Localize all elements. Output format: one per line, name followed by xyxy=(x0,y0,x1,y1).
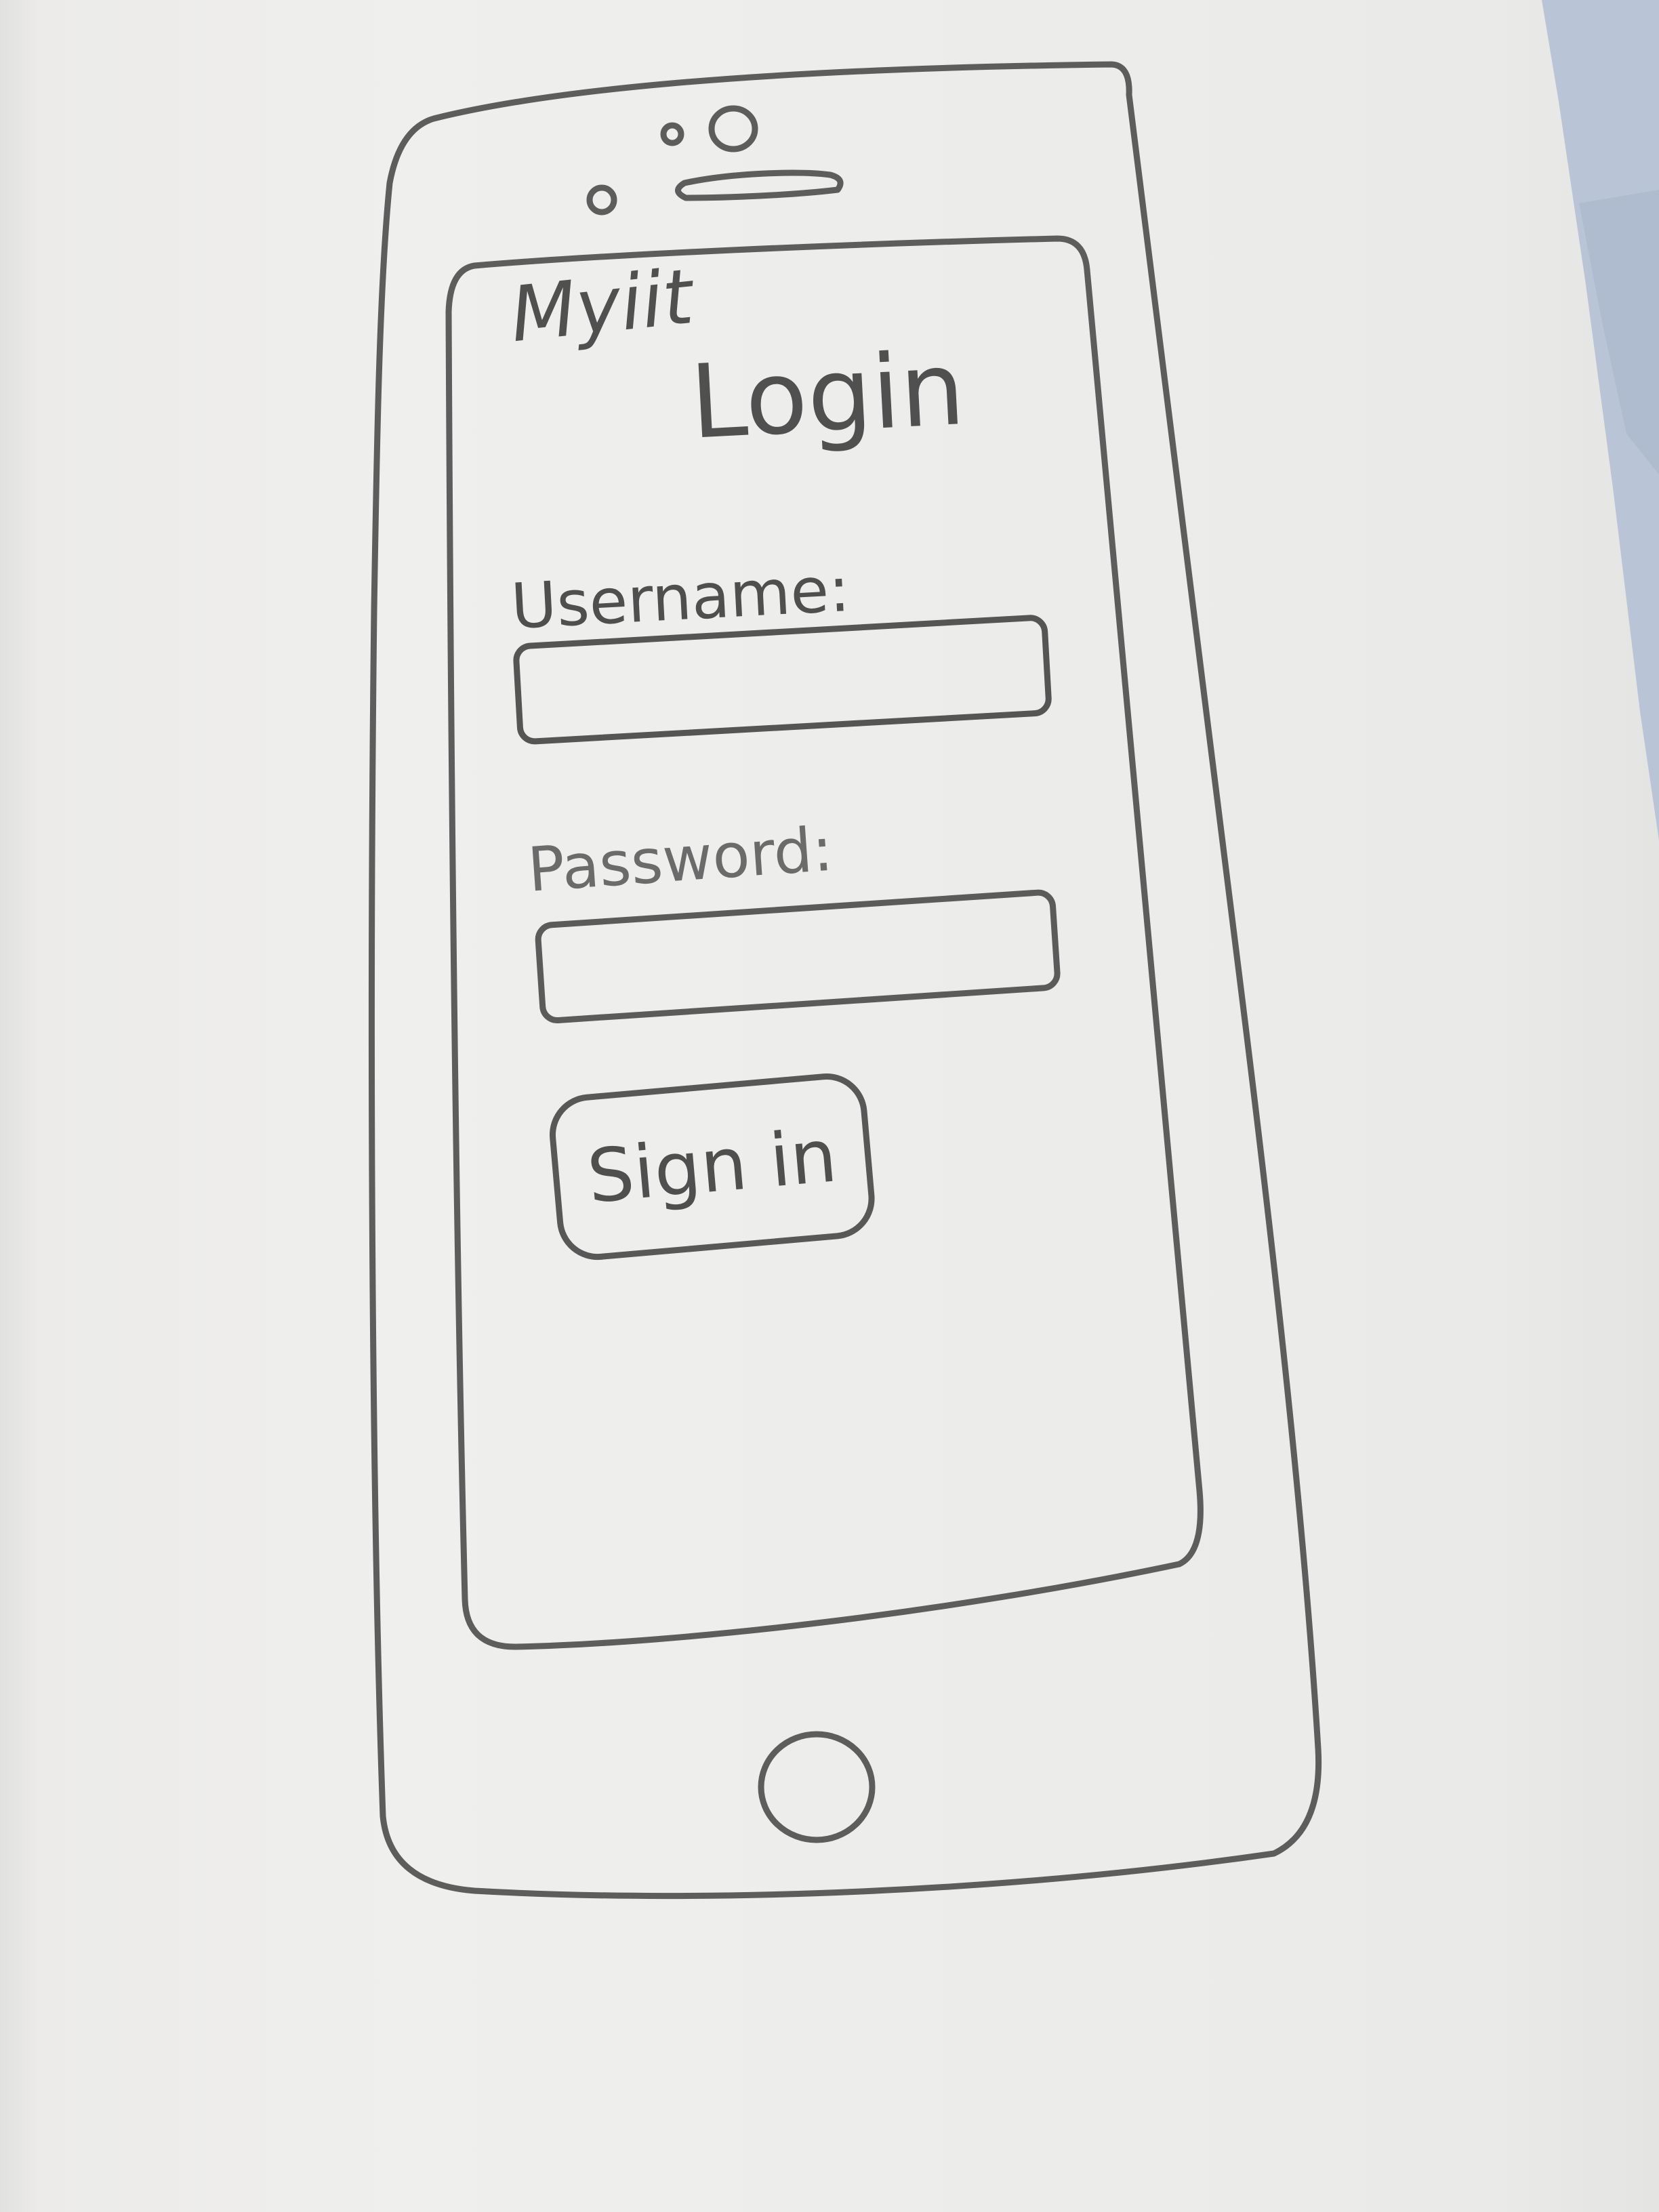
app-name: Myiit xyxy=(506,252,697,360)
sign-in-button[interactable]: Sign in xyxy=(546,1070,878,1264)
light-sensor-icon xyxy=(586,184,617,216)
home-button-icon xyxy=(758,1731,876,1843)
photo-of-sketch: Myiit Login Username: Password: Sign in xyxy=(0,0,1659,2212)
username-label: Username: xyxy=(509,552,852,643)
camera-icon xyxy=(708,105,758,152)
page-title: Login xyxy=(687,329,968,462)
speaker-icon xyxy=(675,169,844,201)
sensor-icon xyxy=(660,122,684,146)
